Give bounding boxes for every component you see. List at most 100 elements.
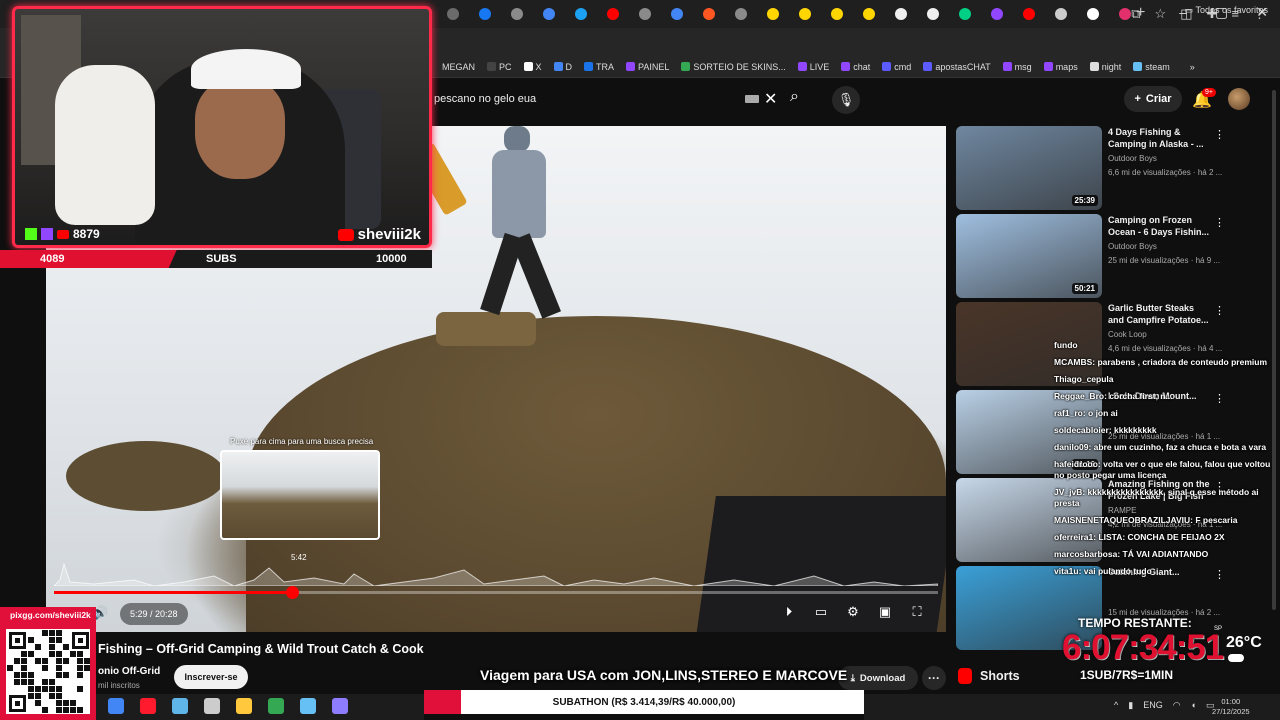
bookmark-item[interactable]: TRA — [584, 62, 614, 72]
tab-icon-i[interactable] — [792, 6, 818, 22]
tab-icon-amazon[interactable] — [888, 6, 914, 22]
tab-icon-e[interactable] — [664, 6, 690, 22]
more-vert-icon[interactable]: ⋮ — [1214, 216, 1225, 229]
all-bookmarks-link[interactable]: ▭ Todos os favoritos — [1185, 5, 1268, 16]
chrome-icon[interactable] — [108, 698, 124, 714]
bookmark-item[interactable]: cmd — [882, 62, 911, 72]
bookmark-item[interactable]: MEGAN — [430, 62, 475, 72]
progress-bar[interactable] — [54, 586, 938, 599]
chat-username[interactable]: fundo — [1054, 340, 1078, 350]
bookmark-item[interactable]: chat — [841, 62, 870, 72]
fullscreen-icon[interactable]: ⛶ — [908, 604, 926, 620]
recommendation-thumbnail[interactable]: 25:39 — [956, 126, 1102, 210]
tab-icon-c[interactable] — [568, 6, 594, 22]
tab-icon-f[interactable] — [696, 6, 722, 22]
chat-username[interactable]: MAISNENETAQUEOBRAZILJAVIU — [1054, 515, 1190, 525]
bookmark-item[interactable]: PAINEL — [626, 62, 669, 72]
chat-username[interactable]: marcosbarbosa — [1054, 549, 1117, 559]
bookmark-item[interactable]: msg — [1002, 62, 1032, 72]
tab-icon-google[interactable] — [536, 6, 562, 22]
chrome-2-icon[interactable] — [268, 698, 284, 714]
bookmark-item[interactable]: apostasCHAT — [923, 62, 991, 72]
tab-icon-l[interactable] — [952, 6, 978, 22]
keyboard-icon[interactable] — [745, 95, 759, 103]
subs-label: SUBS — [206, 253, 237, 265]
viewer-count-value: 8879 — [73, 227, 100, 241]
bookmark-item[interactable]: night — [1089, 62, 1121, 72]
bookmark-item[interactable]: D — [553, 62, 572, 72]
recommendation-thumbnail[interactable]: 50:21 — [956, 214, 1102, 298]
subtitles-icon[interactable]: ▭ — [812, 604, 830, 620]
recommendation-title[interactable]: Garlic Butter Steaks and Campfire Potato… — [1108, 302, 1212, 326]
settings-icon[interactable]: ⚙ — [844, 604, 862, 620]
more-actions-button[interactable]: ··· — [922, 666, 946, 690]
tab-icon-amazon-2[interactable] — [920, 6, 946, 22]
autoplay-icon[interactable]: ⏵ — [780, 604, 798, 620]
tab-icon-a[interactable] — [440, 6, 466, 22]
avatar[interactable] — [1228, 88, 1250, 110]
subathon-timer: 6:07:34:51 — [1062, 628, 1224, 667]
tab-icon-download[interactable] — [1048, 6, 1074, 22]
more-vert-icon[interactable]: ⋮ — [1214, 304, 1225, 317]
chat-username[interactable]: raf1_ro — [1054, 408, 1083, 418]
chat-username[interactable]: hafeidrooo — [1054, 459, 1098, 469]
recommendation-item[interactable]: 50:21 Camping on Frozen Ocean - 6 Days Fi… — [956, 214, 1256, 298]
recommendation-item[interactable]: 25:39 4 Days Fishing & Camping in Alaska … — [956, 126, 1256, 210]
clock[interactable]: 01:00 27/12/2025 — [1212, 697, 1250, 717]
files-icon[interactable] — [172, 698, 188, 714]
recommendation-title[interactable]: Camping on Frozen Ocean - 6 Days Fishin.… — [1108, 214, 1212, 238]
bookmarks-more[interactable]: » — [1190, 62, 1195, 72]
bookmark-item[interactable]: PC — [487, 62, 512, 72]
tab-icon-youtube[interactable] — [600, 6, 626, 22]
chat-username[interactable]: vita1u — [1054, 566, 1079, 576]
page-scrollbar[interactable] — [1272, 90, 1276, 610]
more-vert-icon[interactable]: ⋮ — [1214, 128, 1225, 141]
tab-icon-g[interactable] — [728, 6, 754, 22]
wifi-icon[interactable]: ◠ — [1173, 700, 1181, 711]
tab-icon-b[interactable] — [504, 6, 530, 22]
steam-icon[interactable] — [300, 698, 316, 714]
tab-icon-h[interactable] — [760, 6, 786, 22]
bookmark-item[interactable]: steam — [1133, 62, 1170, 72]
create-button[interactable]: + Criar — [1124, 86, 1182, 112]
shorts-header[interactable]: Shorts — [958, 668, 1020, 684]
search-input[interactable]: pescano no gelo eua — [434, 93, 536, 105]
tab-icon-m[interactable] — [1016, 6, 1042, 22]
theater-icon[interactable]: ▣ — [876, 604, 894, 620]
download-button[interactable]: ⤓ Download — [838, 666, 918, 690]
progress-knob[interactable] — [285, 586, 299, 599]
tab-icon-twitch[interactable] — [984, 6, 1010, 22]
opera-icon[interactable] — [140, 698, 156, 714]
mic-tray-icon[interactable]: ▮ — [1128, 700, 1133, 711]
channel-name[interactable]: onio Off-Grid — [98, 666, 160, 677]
chat-username[interactable]: danilo09 — [1054, 442, 1088, 452]
tab-icon-d[interactable] — [632, 6, 658, 22]
chat-username[interactable]: JV_jvB — [1054, 487, 1082, 497]
lang-indicator[interactable]: ENG — [1143, 700, 1163, 711]
chat-username[interactable]: MCAMBS — [1054, 357, 1092, 367]
chevron-up-icon[interactable]: ^ — [1114, 700, 1118, 711]
bookmark-star-icon[interactable]: ☆ — [1155, 6, 1167, 22]
bookmark-item[interactable]: maps — [1043, 62, 1078, 72]
bookmark-item[interactable]: X — [523, 62, 542, 72]
bookmark-item[interactable]: SORTEIO DE SKINS... — [681, 62, 786, 72]
screenshot-icon[interactable]: ⧉ — [1131, 6, 1140, 22]
chat-username[interactable]: oferreira1 — [1054, 532, 1093, 542]
discord-icon[interactable] — [332, 698, 348, 714]
tab-icon-facebook[interactable] — [472, 6, 498, 22]
mic-icon[interactable]: 🎙 — [832, 86, 860, 114]
speaker-icon[interactable]: ◖ — [1191, 700, 1196, 711]
explorer-icon[interactable] — [236, 698, 252, 714]
bookmark-item[interactable]: LIVE — [797, 62, 829, 72]
chat-username[interactable]: Thiago_cepula — [1054, 374, 1114, 384]
recommendation-title[interactable]: 4 Days Fishing & Camping in Alaska - ... — [1108, 126, 1212, 150]
chat-username[interactable]: Reggae_Bro — [1054, 391, 1104, 401]
tab-icon-tiktok[interactable] — [1080, 6, 1106, 22]
settings-icon[interactable] — [204, 698, 220, 714]
subscribe-button[interactable]: Inscrever-se — [174, 665, 248, 689]
clear-search-icon[interactable]: ✕ — [764, 89, 777, 109]
search-icon[interactable]: ⌕ — [790, 88, 799, 106]
tab-icon-j[interactable] — [824, 6, 850, 22]
tab-icon-k[interactable] — [856, 6, 882, 22]
chat-username[interactable]: soldecabloier — [1054, 425, 1109, 435]
